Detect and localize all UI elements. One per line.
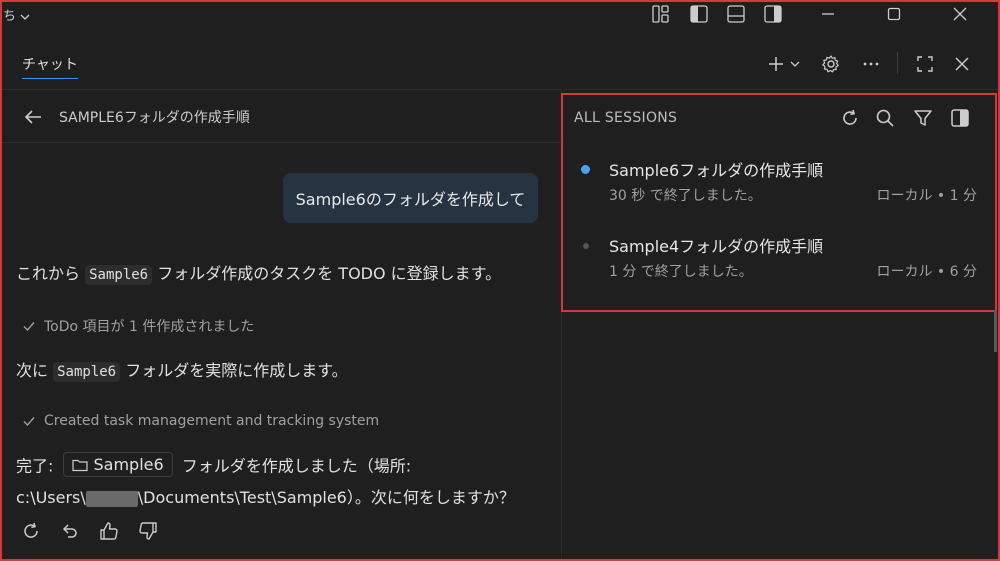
conversation-header: SAMPLE6フォルダの作成手順: [2, 91, 561, 143]
session-name: Sample4フォルダの作成手順: [609, 237, 824, 256]
tab-chat[interactable]: チャット: [22, 54, 78, 79]
toggle-sessions-panel-button[interactable]: [948, 106, 972, 130]
inline-code: Sample6: [85, 265, 153, 285]
toggle-panel-icon: [951, 109, 969, 127]
tool-result-1[interactable]: ToDo 項目が 1 件作成されました: [22, 316, 254, 336]
undo-icon: [62, 524, 77, 538]
thumbs-down-button[interactable]: [137, 520, 159, 542]
minimize-icon: [822, 13, 834, 15]
session-active-indicator: [581, 165, 590, 174]
maximize-chat-button[interactable]: [911, 50, 939, 78]
panel-bottom-icon[interactable]: [726, 4, 746, 24]
close-window-button[interactable]: [937, 0, 983, 28]
minimize-button[interactable]: [805, 0, 851, 28]
session-name: Sample6フォルダの作成手順: [609, 161, 824, 180]
assistant-message-2: 次に Sample6 フォルダを実際に作成します。: [16, 361, 348, 382]
session-inactive-indicator: [583, 243, 589, 249]
panel-right-icon[interactable]: [763, 4, 783, 24]
conversation-title: SAMPLE6フォルダの作成手順: [59, 110, 250, 126]
panel-left-icon[interactable]: [689, 4, 709, 24]
refresh-icon: [843, 109, 857, 125]
folder-icon: [71, 459, 88, 471]
assistant-message-3-path: c:\Users\ \Documents\Test\Sample6）。次に何をしま…: [16, 488, 515, 507]
maximize-button[interactable]: [871, 0, 917, 28]
retry-button[interactable]: [20, 520, 42, 542]
session-meta: ローカル • 6 分: [876, 264, 977, 280]
more-icon: [863, 62, 879, 66]
filter-icon: [914, 110, 932, 126]
close-chat-button[interactable]: [948, 50, 976, 78]
back-button[interactable]: [22, 106, 44, 128]
app-menu[interactable]: ち: [3, 5, 30, 24]
scrollbar[interactable]: [994, 310, 997, 352]
plus-icon: [769, 57, 783, 71]
sessions-panel: ALL SESSIONS Sample6フォルダの作成手順 30 秒 で終了しま…: [561, 93, 997, 312]
close-icon: [953, 7, 967, 21]
message-actions: [20, 520, 159, 542]
refresh-sessions-button[interactable]: [838, 106, 862, 130]
close-icon: [955, 57, 969, 71]
layout-customize-icon[interactable]: [651, 4, 671, 24]
maximize-icon: [887, 7, 901, 21]
inline-code: Sample6: [53, 362, 121, 382]
chevron-down-icon: [790, 61, 800, 67]
session-meta: ローカル • 1 分: [876, 188, 977, 204]
undo-button[interactable]: [59, 520, 81, 542]
session-status: 30 秒 で終了しました。: [609, 188, 762, 204]
filter-sessions-button[interactable]: [911, 106, 935, 130]
thumbs-down-icon: [139, 522, 157, 540]
folder-reference-chip[interactable]: Sample6: [62, 452, 173, 477]
gear-icon: [822, 55, 839, 73]
assistant-message-3: 完了: Sample6 フォルダを作成しました（場所:: [16, 452, 411, 477]
thumbs-up-icon: [100, 522, 118, 540]
checkmark-icon: [23, 417, 35, 427]
chat-header: チャット: [2, 30, 998, 90]
title-bar: ち: [0, 0, 1000, 30]
session-item[interactable]: Sample4フォルダの作成手順 1 分 で終了しました。 ローカル • 6 分: [563, 228, 995, 298]
settings-button[interactable]: [817, 50, 845, 78]
maximize-icon: [917, 56, 933, 72]
checkmark-icon: [23, 322, 35, 332]
redacted-username: [85, 490, 138, 507]
chevron-down-icon: [20, 14, 30, 20]
session-status: 1 分 で終了しました。: [609, 264, 753, 280]
arrow-left-icon: [24, 110, 41, 124]
search-icon: [876, 109, 894, 127]
more-actions-button[interactable]: [857, 50, 885, 78]
search-sessions-button[interactable]: [873, 106, 897, 130]
thumbs-up-button[interactable]: [98, 520, 120, 542]
user-message-bubble: Sample6のフォルダを作成して: [283, 173, 538, 223]
tool-result-2[interactable]: Created task management and tracking sys…: [22, 413, 379, 429]
header-separator: [897, 52, 898, 74]
new-chat-button[interactable]: [762, 50, 806, 78]
retry-icon: [24, 522, 38, 538]
session-item[interactable]: Sample6フォルダの作成手順 30 秒 で終了しました。 ローカル • 1 …: [563, 152, 995, 222]
assistant-message-1: これから Sample6 フォルダ作成のタスクを TODO に登録します。: [16, 264, 502, 285]
sessions-title: ALL SESSIONS: [574, 110, 678, 126]
